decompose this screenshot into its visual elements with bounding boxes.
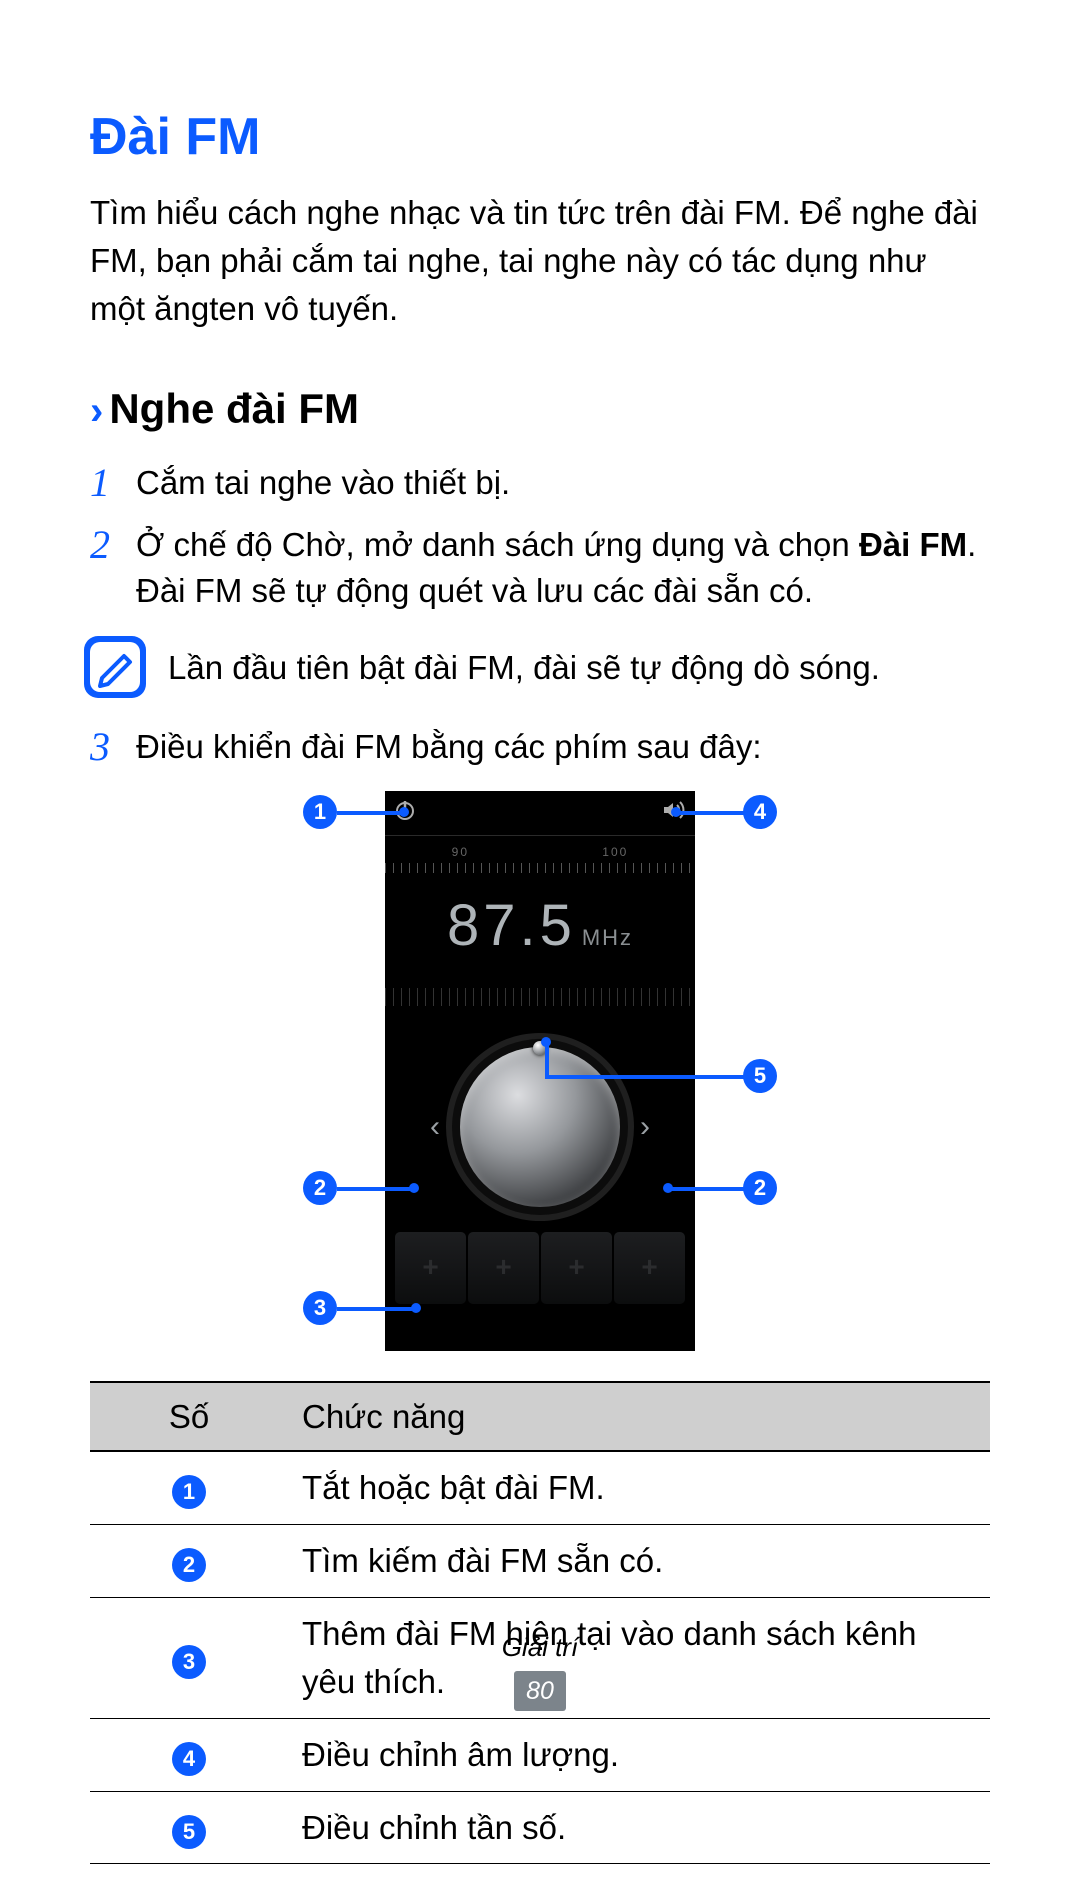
scale-label: 90 [452, 844, 469, 861]
row-number: 5 [172, 1815, 206, 1849]
favorite-slot: + [468, 1232, 539, 1304]
callout-4: 4 [743, 795, 777, 829]
intro-text: Tìm hiểu cách nghe nhạc và tin tức trên … [90, 189, 990, 333]
favorite-slot: + [541, 1232, 612, 1304]
callout-2-left: 2 [303, 1171, 337, 1205]
step-body: Cắm tai nghe vào thiết bị. [136, 460, 990, 506]
frequency-unit: MHz [582, 925, 633, 950]
step-number: 1 [90, 460, 136, 506]
note-icon [84, 636, 146, 698]
favorite-slot: + [614, 1232, 685, 1304]
table-head-number: Số [90, 1382, 288, 1452]
callout-2-right: 2 [743, 1171, 777, 1205]
callout-3: 3 [303, 1291, 337, 1325]
scale-label: 100 [602, 844, 628, 861]
footer-section: Giải trí [0, 1629, 1080, 1667]
row-function: Tìm kiếm đài FM sẵn có. [288, 1525, 990, 1598]
section-chevron-icon: › [90, 391, 103, 431]
table-head-function: Chức năng [288, 1382, 990, 1452]
step-body: Ở chế độ Chờ, mở danh sách ứng dụng và c… [136, 522, 990, 614]
step-text-bold: Đài FM [859, 526, 967, 563]
function-table: Số Chức năng 1 Tắt hoặc bật đài FM. 2 Tì… [90, 1381, 990, 1865]
next-station-icon: › [620, 1105, 670, 1149]
frequency-value: 87.5 [447, 893, 576, 958]
favorite-slot: + [395, 1232, 466, 1304]
row-function: Điều chỉnh tần số. [288, 1791, 990, 1864]
table-row: 1 Tắt hoặc bật đài FM. [90, 1451, 990, 1524]
note-text: Lần đầu tiên bật đài FM, đài sẽ tự động … [168, 642, 880, 692]
callout-5: 5 [743, 1059, 777, 1093]
row-function: Tắt hoặc bật đài FM. [288, 1451, 990, 1524]
row-number: 2 [172, 1548, 206, 1582]
table-row: 4 Điều chỉnh âm lượng. [90, 1718, 990, 1791]
row-function: Điều chỉnh âm lượng. [288, 1718, 990, 1791]
step-number: 2 [90, 522, 136, 614]
radio-illustration: 90 100 87.5MHz ‹ › [255, 791, 825, 1351]
prev-station-icon: ‹ [410, 1105, 460, 1149]
row-number: 1 [172, 1475, 206, 1509]
step-body: Điều khiển đài FM bằng các phím sau đây: [136, 724, 990, 770]
table-row: 2 Tìm kiếm đài FM sẵn có. [90, 1525, 990, 1598]
tuning-wheel [460, 1047, 620, 1207]
step-number: 3 [90, 724, 136, 770]
frequency-display: 87.5MHz [385, 884, 695, 968]
page-number: 80 [514, 1671, 566, 1711]
step-text-pre: Ở chế độ Chờ, mở danh sách ứng dụng và c… [136, 526, 859, 563]
page-title: Đài FM [90, 100, 990, 175]
callout-1: 1 [303, 795, 337, 829]
table-row: 5 Điều chỉnh tần số. [90, 1791, 990, 1864]
section-title: Nghe đài FM [109, 379, 359, 440]
